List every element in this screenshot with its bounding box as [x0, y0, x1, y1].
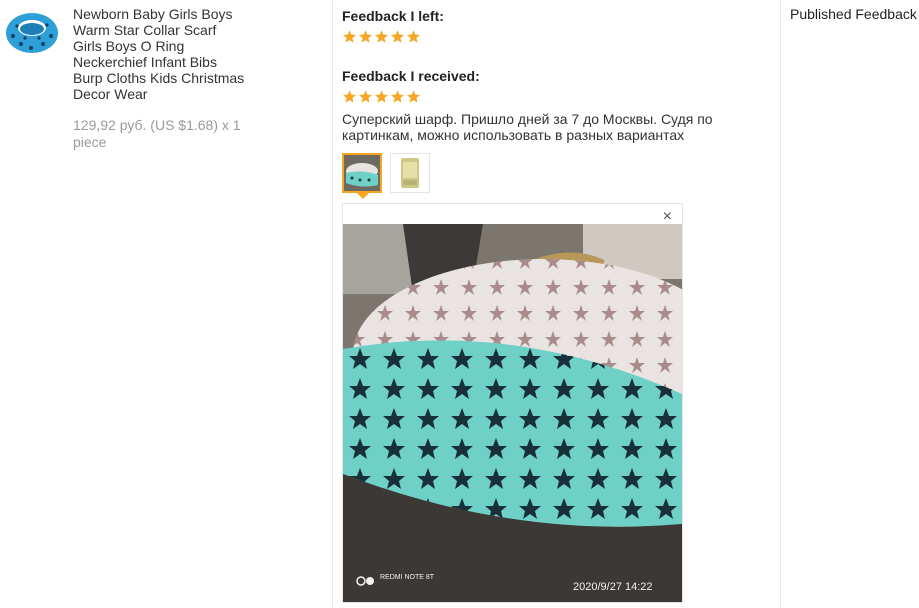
- star-icon: [391, 30, 404, 43]
- published-feedback-status: Published Feedback: [790, 6, 917, 22]
- column-divider: [332, 0, 333, 608]
- star-icon: [391, 90, 404, 103]
- review-image-viewer: × REDMI NOTE 8T 2020/9/27 14:22: [342, 203, 733, 603]
- photo-device-watermark: REDMI NOTE 8T: [380, 574, 435, 581]
- star-icon: [343, 90, 356, 103]
- product-price: 129,92 руб. (US $1.68) x 1 piece: [73, 117, 241, 150]
- active-thumb-caret: [357, 193, 369, 199]
- feedback-comment: Суперский шарф. Пришло дней за 7 до Моск…: [342, 111, 713, 143]
- product-title[interactable]: Newborn Baby Girls Boys Warm Star Collar…: [73, 6, 248, 102]
- star-icon: [359, 90, 372, 103]
- star-icon: [375, 90, 388, 103]
- review-photo: REDMI NOTE 8T 2020/9/27 14:22: [343, 224, 733, 602]
- star-icon: [407, 30, 420, 43]
- feedback-left-rating: [342, 29, 421, 44]
- product-thumbnail[interactable]: [3, 8, 61, 58]
- photo-timestamp: 2020/9/27 14:22: [573, 581, 653, 593]
- star-icon: [343, 30, 356, 43]
- feedback-received-heading: Feedback I received:: [342, 68, 480, 84]
- star-icon: [407, 90, 420, 103]
- review-image-thumb-2[interactable]: [390, 153, 430, 193]
- column-divider: [780, 0, 781, 608]
- star-icon: [359, 30, 372, 43]
- feedback-left-heading: Feedback I left:: [342, 8, 444, 24]
- review-image-thumb-1[interactable]: [342, 153, 382, 193]
- star-icon: [375, 30, 388, 43]
- feedback-received-rating: [342, 89, 421, 104]
